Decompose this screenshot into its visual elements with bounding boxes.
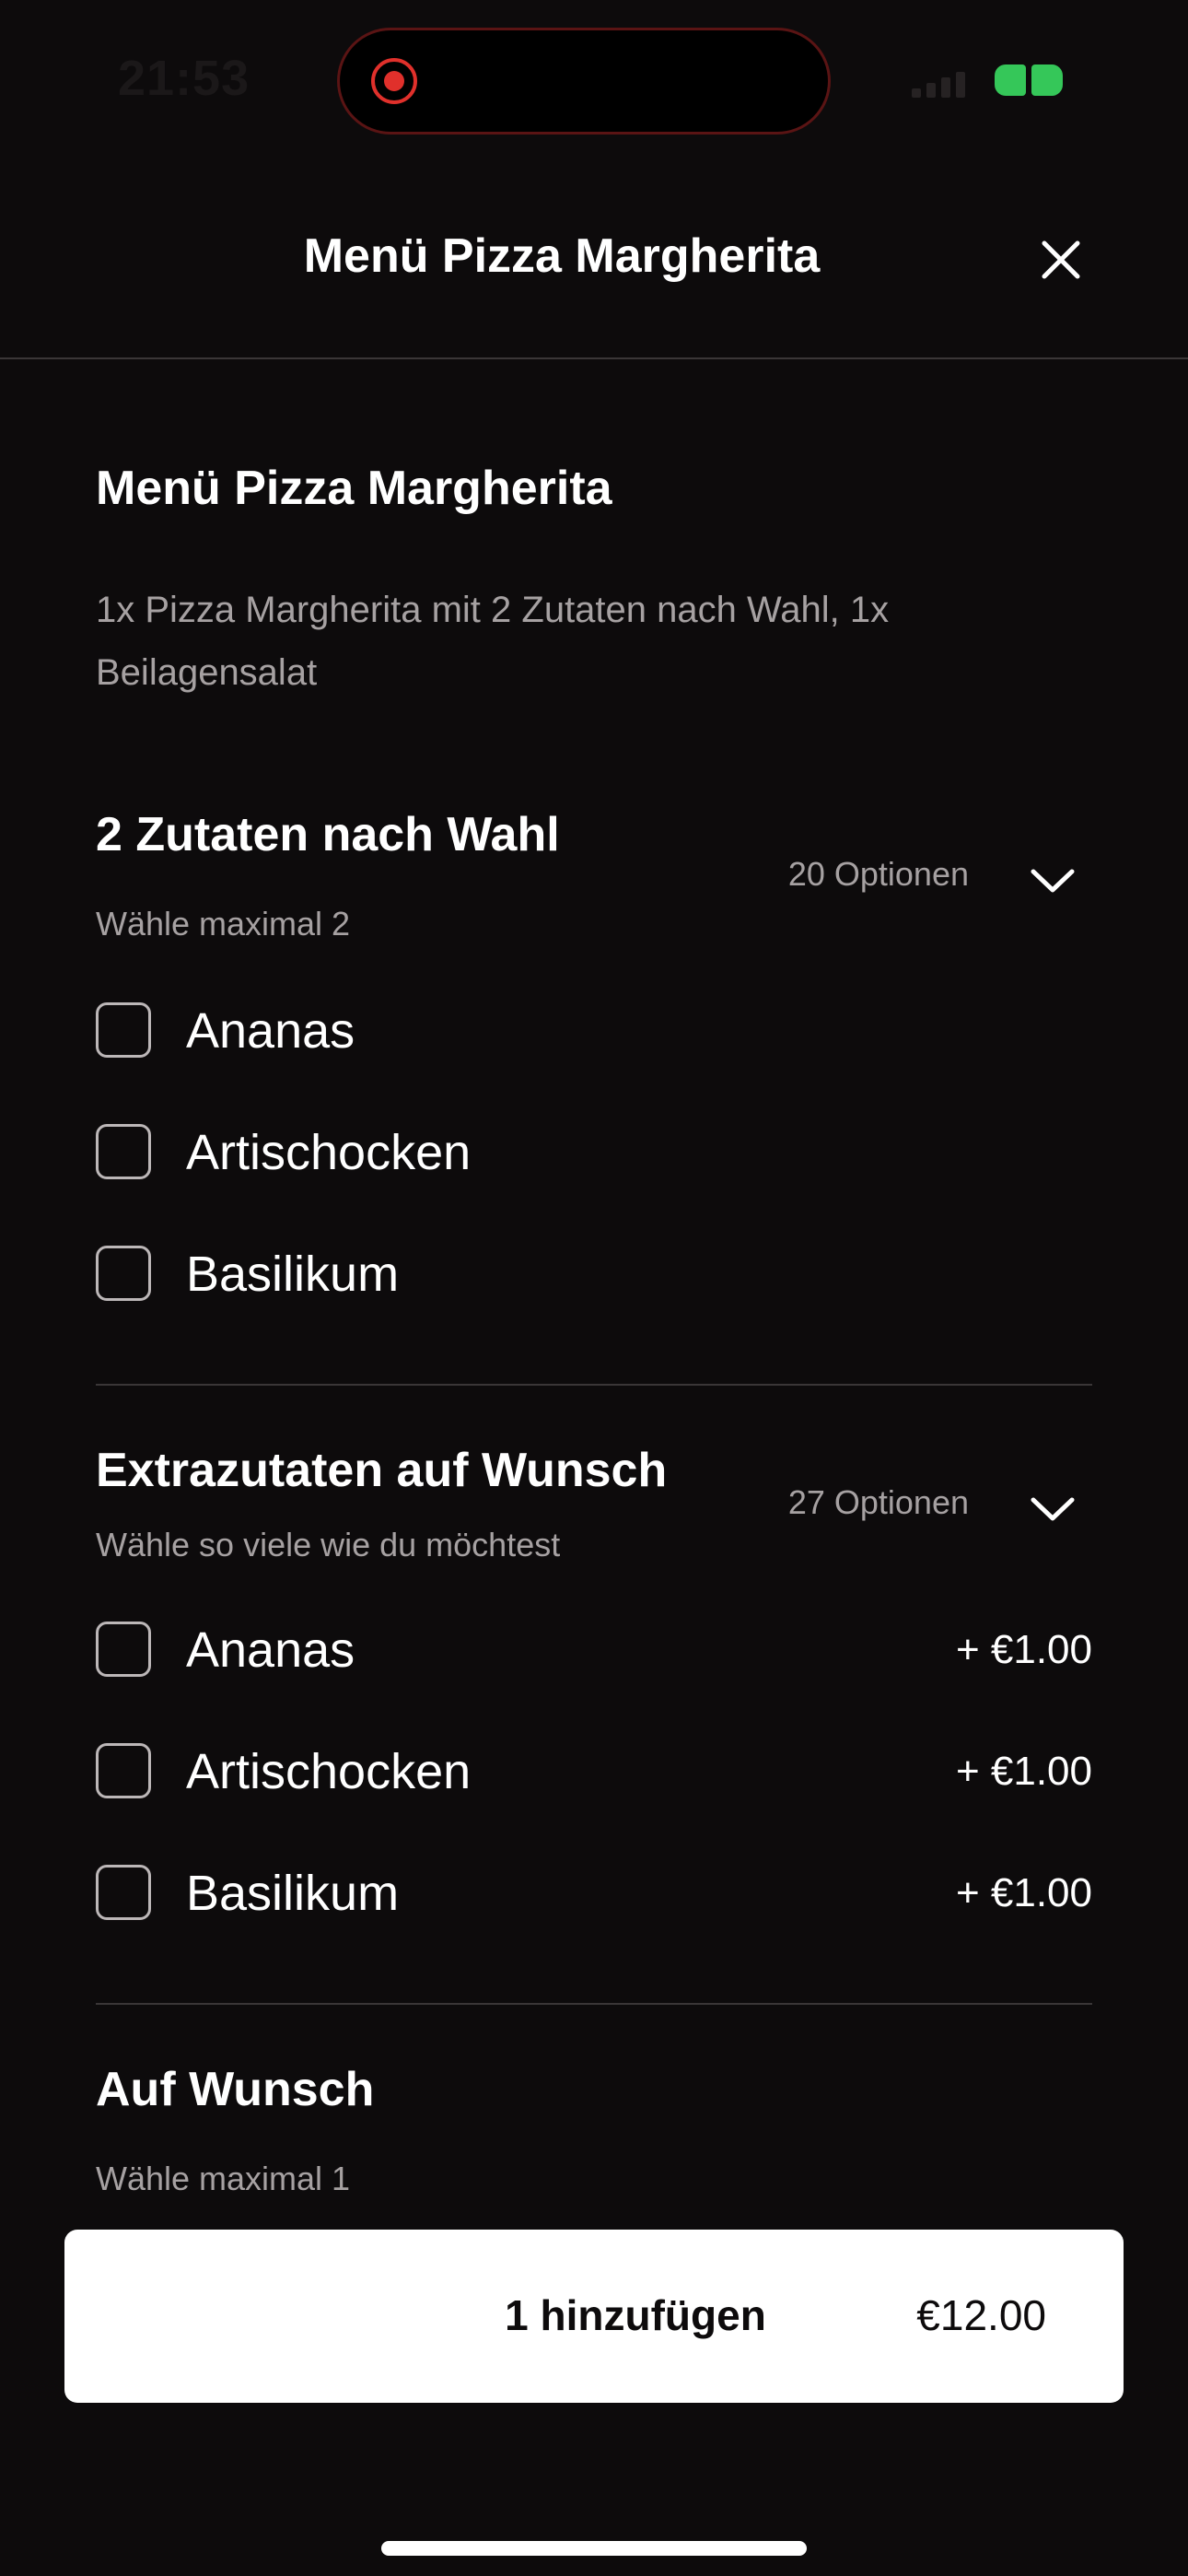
add-button-price: €12.00 [916,2291,1046,2339]
option-row[interactable]: Artischocken [96,1124,1092,1188]
option-label: Ananas [186,1622,355,1678]
status-time: 21:53 [118,51,250,106]
option-label: Basilikum [186,1866,400,1921]
option-checkbox[interactable] [96,1622,151,1677]
section-option-count: 20 Optionen [787,855,969,893]
section-title: Extrazutaten auf Wunsch [96,1444,668,1497]
section-title: Auf Wunsch [96,2063,375,2116]
section-subtitle: Wähle maximal 2 [96,905,351,943]
option-row[interactable]: Basilikum [96,1246,1092,1310]
option-price: + €1.00 [955,1627,1092,1672]
section-subtitle: Wähle maximal 1 [96,2160,351,2197]
option-row[interactable]: Basilikum + €1.00 [96,1865,1092,1929]
option-row[interactable]: Ananas + €1.00 [96,1622,1092,1686]
product-title: Menü Pizza Margherita [96,462,612,515]
close-icon [1042,240,1080,279]
section-subtitle: Wähle so viele wie du möchtest [96,1526,561,1563]
option-label: Artischocken [186,1744,472,1799]
header-divider [0,357,1188,359]
option-checkbox[interactable] [96,1246,151,1301]
battery-icon [995,64,1065,96]
section-option-count: 27 Optionen [787,1483,969,1521]
section-title: 2 Zutaten nach Wahl [96,808,560,861]
close-button[interactable] [1033,232,1089,287]
chevron-down-icon [1031,869,1075,893]
header-title: Menü Pizza Margherita [303,229,821,283]
section-expand-button[interactable] [1024,1491,1081,1528]
chevron-down-icon [1031,1497,1075,1521]
add-to-cart-button[interactable]: 1 hinzufügen €12.00 [64,2230,1124,2403]
option-checkbox[interactable] [96,1865,151,1920]
product-description: 1x Pizza Margherita mit 2 Zutaten nach W… [96,590,890,693]
section-divider [96,1384,1092,1386]
screen-recording-icon [371,58,417,104]
section-expand-button[interactable] [1024,862,1081,899]
option-price: + €1.00 [955,1749,1092,1794]
option-label: Artischocken [186,1125,472,1180]
option-row[interactable]: Ananas [96,1002,1092,1067]
option-checkbox[interactable] [96,1124,151,1179]
dynamic-island [337,28,831,135]
option-label: Ananas [186,1003,355,1059]
signal-icon [912,66,971,98]
option-checkbox[interactable] [96,1743,151,1798]
option-row[interactable]: Artischocken + €1.00 [96,1743,1092,1808]
section-divider [96,2003,1092,2005]
option-label: Basilikum [186,1247,400,1302]
option-price: + €1.00 [955,1870,1092,1915]
option-checkbox[interactable] [96,1002,151,1058]
home-indicator[interactable] [381,2541,807,2556]
